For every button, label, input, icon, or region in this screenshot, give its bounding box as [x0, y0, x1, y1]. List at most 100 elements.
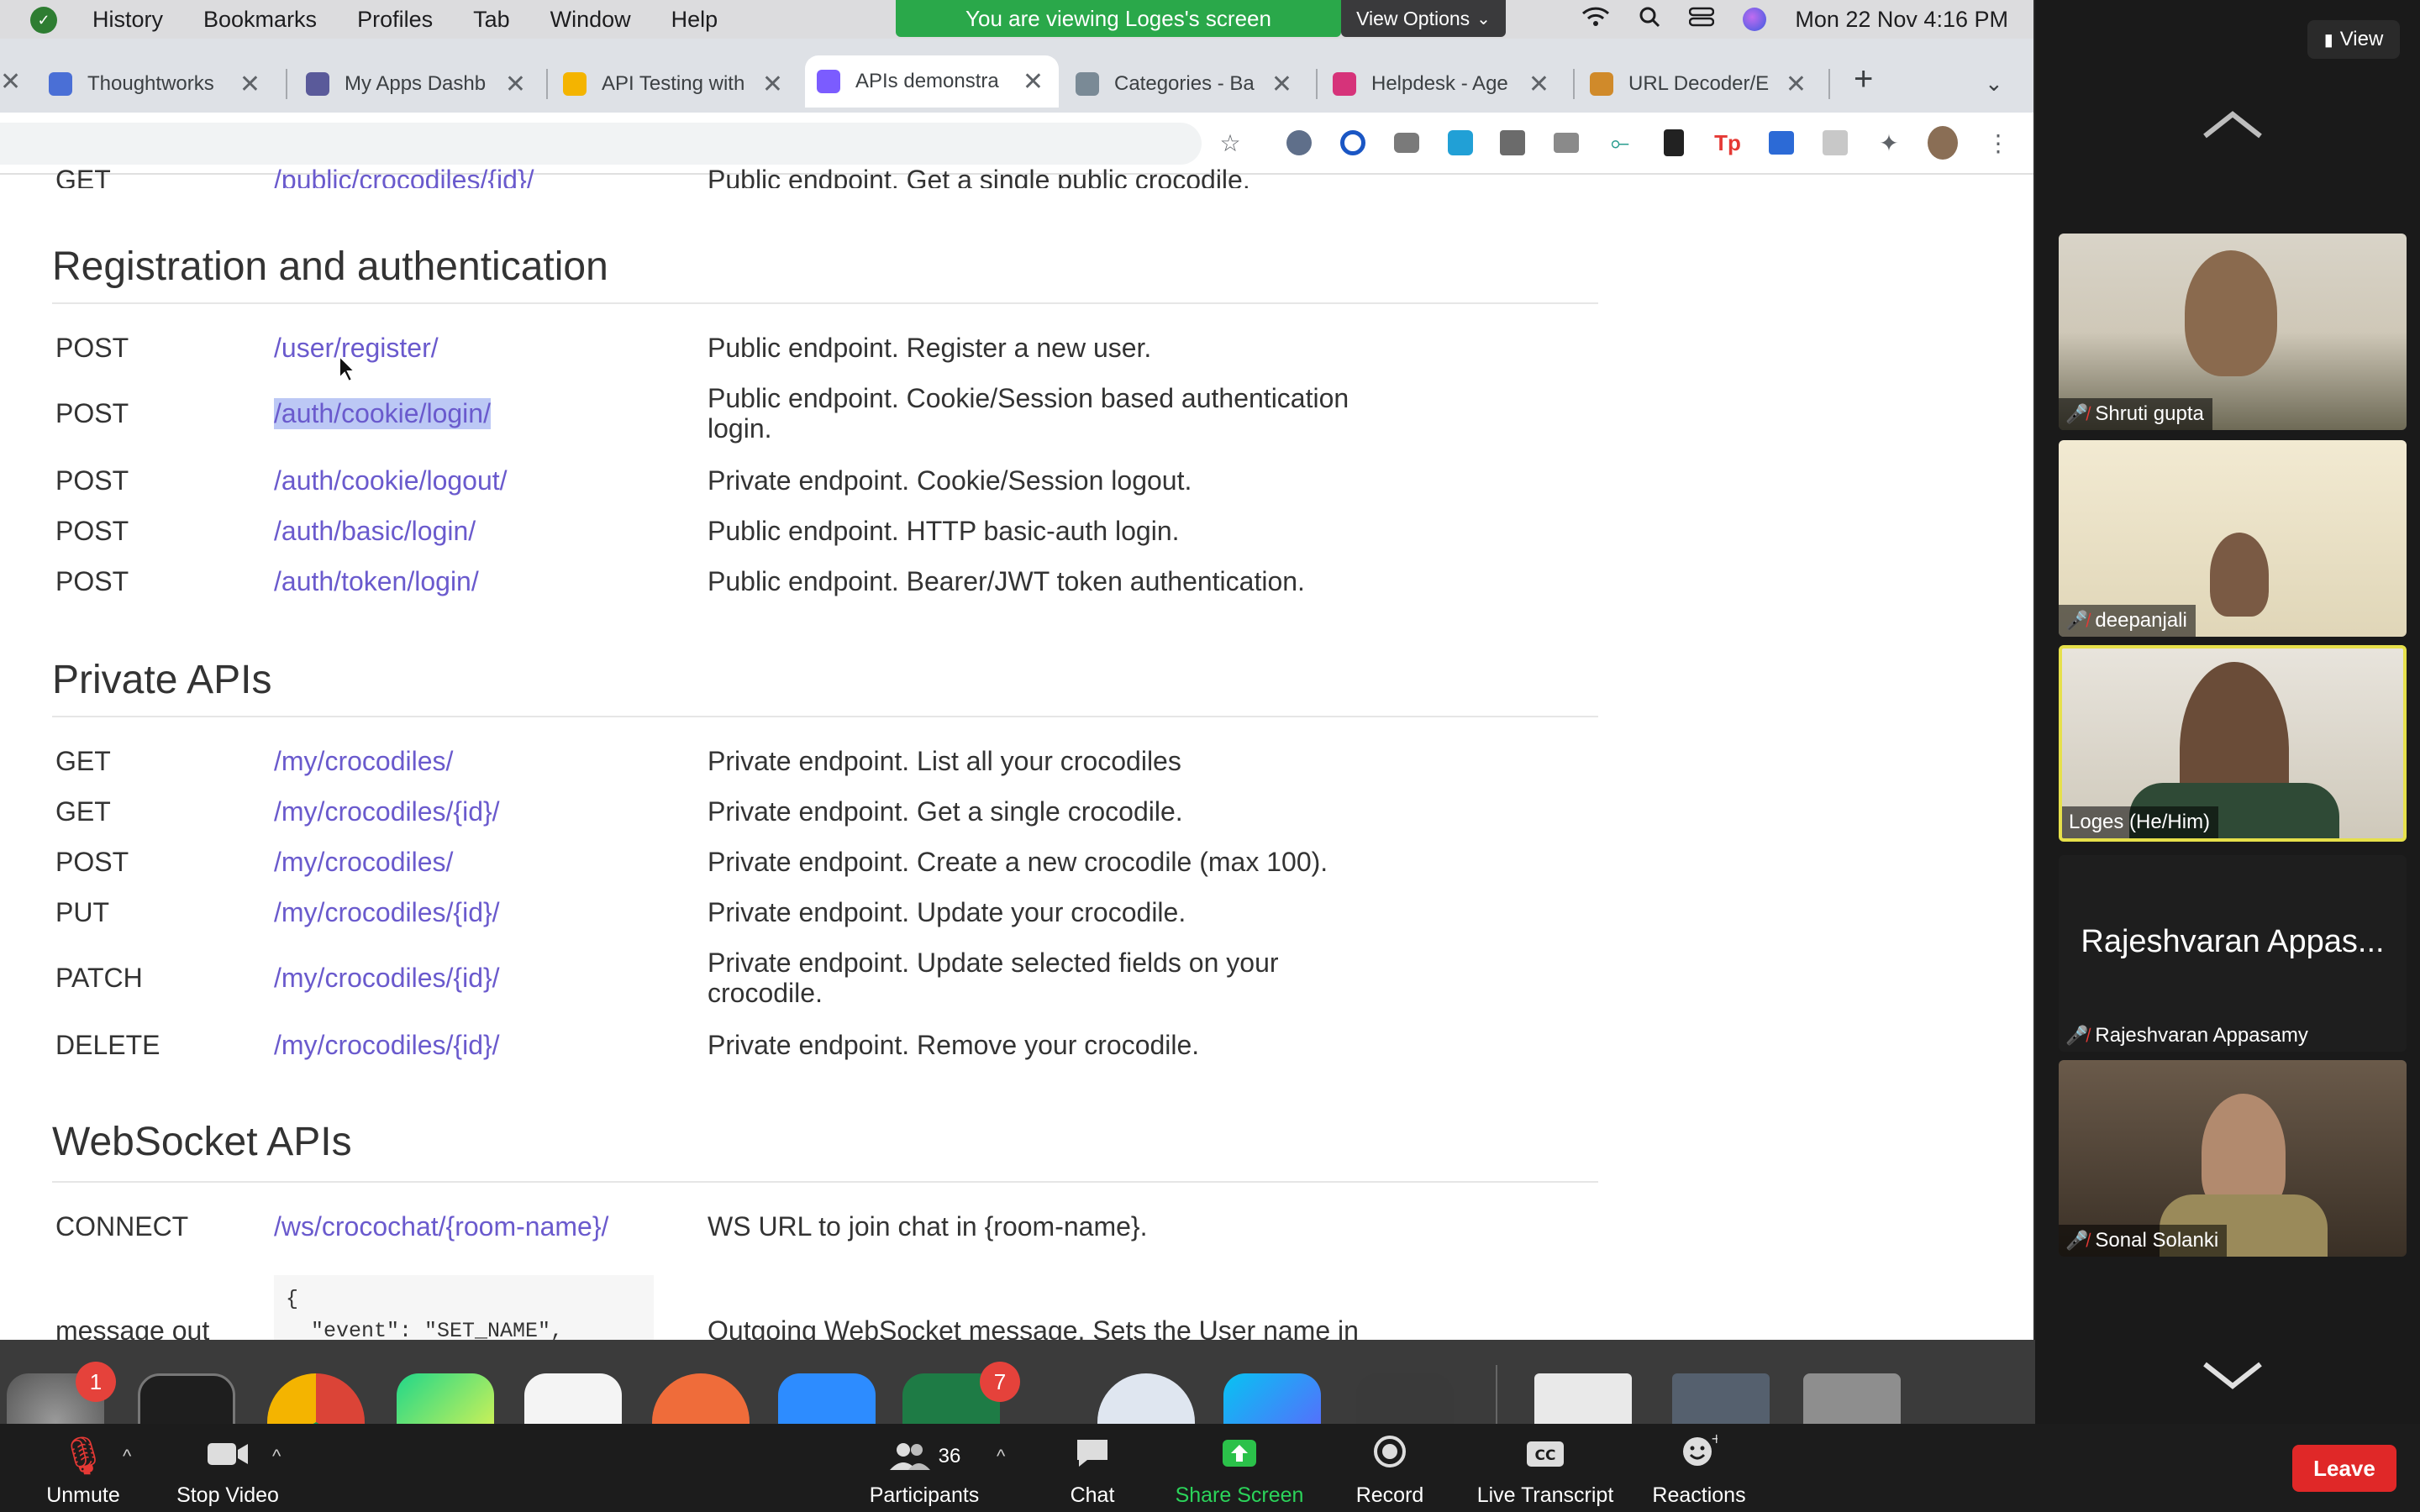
control-center-icon[interactable] — [1689, 7, 1715, 33]
participant-tile[interactable]: 🎤̸ Sonal Solanki — [2059, 1060, 2407, 1257]
web-page: GET /public/crocodiles/{id}/ Public endp… — [0, 165, 2033, 1340]
endpoint-link[interactable]: /my/crocodiles/ — [274, 847, 453, 878]
close-tab-icon[interactable]: ✕ — [0, 67, 21, 97]
camera-extension-icon[interactable] — [1551, 128, 1581, 158]
view-layout-button[interactable]: ▮ View — [2307, 20, 2400, 59]
menu-bookmarks[interactable]: Bookmarks — [203, 7, 317, 33]
participant-tile[interactable]: Rajeshvaran Appas... 🎤̸ Rajeshvaran Appa… — [2059, 855, 2407, 1052]
participant-tile[interactable]: 🎤̸ Shruti gupta — [2059, 234, 2407, 430]
tab-helpdesk[interactable]: Helpdesk - Age ✕ — [1321, 60, 1565, 108]
postman-icon[interactable] — [652, 1373, 750, 1424]
tab-apis-demonstration[interactable]: APIs demonstra ✕ — [805, 55, 1059, 108]
endpoint-link[interactable]: /ws/crocochat/{room-name}/ — [274, 1211, 608, 1242]
extension-icon[interactable] — [1497, 128, 1528, 158]
tab-url-decoder[interactable]: URL Decoder/E ✕ — [1578, 60, 1822, 108]
endpoint-link[interactable]: /my/crocodiles/ — [274, 746, 453, 777]
http-method: DELETE — [55, 1030, 160, 1060]
endpoint-link[interactable]: /auth/basic/login/ — [274, 516, 476, 547]
spotlight-search-icon[interactable] — [1639, 6, 1660, 34]
participants-options-chevron-icon[interactable]: ^ — [997, 1446, 1005, 1467]
extension-icon[interactable]: ⟜ — [1605, 128, 1635, 158]
extensions-puzzle-icon[interactable]: ✦ — [1874, 128, 1904, 158]
endpoint-link[interactable]: /auth/token/login/ — [274, 566, 479, 597]
tab-api-testing[interactable]: API Testing with ✕ — [551, 60, 798, 108]
trash-icon[interactable] — [1803, 1373, 1901, 1424]
menubar-clock[interactable]: Mon 22 Nov 4:16 PM — [1795, 7, 2008, 33]
close-tab-icon[interactable]: ✕ — [762, 70, 783, 99]
share-screen-button[interactable]: Share Screen — [1166, 1432, 1313, 1508]
terminal-icon[interactable] — [138, 1373, 235, 1424]
unmute-label: Unmute — [46, 1483, 120, 1507]
sublime-text-icon[interactable] — [1356, 1373, 1454, 1424]
wifi-icon[interactable] — [1581, 6, 1610, 34]
new-tab-button[interactable]: + — [1854, 60, 1873, 98]
kebab-menu-icon[interactable]: ⋮ — [1983, 128, 2013, 158]
screenshot-thumbnail-icon[interactable] — [1672, 1373, 1770, 1424]
password-manager-icon[interactable] — [1097, 1373, 1195, 1424]
chat-bubble-icon — [1074, 1436, 1111, 1477]
view-options-button[interactable]: View Options ⌄ — [1341, 0, 1506, 37]
zoom-icon[interactable] — [778, 1373, 876, 1424]
tab-categories[interactable]: Categories - Ba ✕ — [1064, 60, 1307, 108]
menu-history[interactable]: History — [92, 7, 163, 33]
siri-icon[interactable] — [1743, 8, 1767, 31]
menu-help[interactable]: Help — [671, 7, 718, 33]
participant-name: deepanjali — [2095, 609, 2187, 632]
thoughtworks-favicon-icon — [49, 72, 72, 96]
participant-tile-active-speaker[interactable]: Loges (He/Him) — [2059, 645, 2407, 842]
close-tab-icon[interactable]: ✕ — [239, 70, 260, 99]
stop-video-button[interactable]: Stop Video — [165, 1432, 291, 1508]
webstorm-icon[interactable] — [1223, 1373, 1321, 1424]
endpoint-link[interactable]: /my/crocodiles/{id}/ — [274, 897, 500, 928]
video-options-chevron-icon[interactable]: ^ — [272, 1446, 281, 1467]
video-camera-icon — [206, 1436, 250, 1477]
translate-extension-icon[interactable] — [1766, 128, 1797, 158]
scroll-down-chevron-icon[interactable] — [2202, 1361, 2264, 1395]
tab-title: APIs demonstra — [855, 70, 999, 92]
audio-options-chevron-icon[interactable]: ^ — [123, 1446, 131, 1467]
close-tab-icon[interactable]: ✕ — [1271, 70, 1292, 99]
participants-button[interactable]: 36 Participants — [865, 1432, 983, 1508]
chat-button[interactable]: Chat — [1050, 1432, 1134, 1508]
extension-icon[interactable] — [1659, 128, 1689, 158]
extension-icon[interactable] — [1820, 128, 1850, 158]
extension-icon[interactable]: Tp — [1712, 128, 1743, 158]
http-method: POST — [55, 465, 129, 496]
tab-thoughtworks[interactable]: Thoughtworks ✕ — [37, 60, 276, 108]
endpoint-description: Public endpoint. Register a new user. — [708, 333, 1152, 363]
tab-search-chevron-icon[interactable]: ⌄ — [1985, 71, 2003, 97]
endpoint-description: Outgoing WebSocket message. Sets the Use… — [708, 1315, 1359, 1340]
leave-meeting-button[interactable]: Leave — [2292, 1445, 2396, 1492]
participants-label: Participants — [869, 1483, 980, 1507]
muted-mic-icon: 🎤̸ — [2065, 610, 2089, 631]
slides-favicon-icon — [563, 72, 587, 96]
unmute-button[interactable]: 🎙 Unmute — [37, 1432, 129, 1508]
menu-profiles[interactable]: Profiles — [357, 7, 433, 33]
close-tab-icon[interactable]: ✕ — [1528, 70, 1549, 99]
close-tab-icon[interactable]: ✕ — [505, 70, 526, 99]
close-tab-icon[interactable]: ✕ — [1786, 70, 1807, 99]
record-label: Record — [1355, 1483, 1424, 1507]
endpoint-link[interactable]: /auth/cookie/logout/ — [274, 465, 508, 496]
live-transcript-button[interactable]: CC Live Transcript — [1472, 1432, 1618, 1508]
endpoint-link[interactable]: /my/crocodiles/{id}/ — [274, 796, 500, 827]
document-thumbnail-icon[interactable] — [1534, 1373, 1632, 1424]
menu-window[interactable]: Window — [550, 7, 631, 33]
close-tab-icon[interactable]: ✕ — [1023, 67, 1044, 97]
url-decoder-favicon-icon — [1590, 72, 1613, 96]
participant-tile[interactable]: 🎤̸ deepanjali — [2059, 440, 2407, 637]
pycharm-icon[interactable] — [397, 1373, 494, 1424]
menu-tab[interactable]: Tab — [473, 7, 510, 33]
tab-my-apps-dashboard[interactable]: My Apps Dashb ✕ — [294, 60, 541, 108]
scroll-up-chevron-icon[interactable] — [2202, 109, 2264, 144]
textedit-icon[interactable] — [524, 1373, 622, 1424]
security-shield-icon: ✓ — [30, 7, 57, 34]
profile-avatar[interactable] — [1928, 126, 1958, 160]
endpoint-link[interactable]: /my/crocodiles/{id}/ — [274, 1030, 500, 1061]
endpoint-link-selected[interactable]: /auth/cookie/login/ — [274, 398, 491, 429]
record-button[interactable]: Record — [1348, 1432, 1432, 1508]
reactions-button[interactable]: + Reactions — [1650, 1431, 1748, 1508]
participant-name: Rajeshvaran Appasamy — [2095, 1024, 2308, 1047]
chrome-icon[interactable] — [267, 1373, 365, 1424]
endpoint-link[interactable]: /my/crocodiles/{id}/ — [274, 963, 500, 994]
